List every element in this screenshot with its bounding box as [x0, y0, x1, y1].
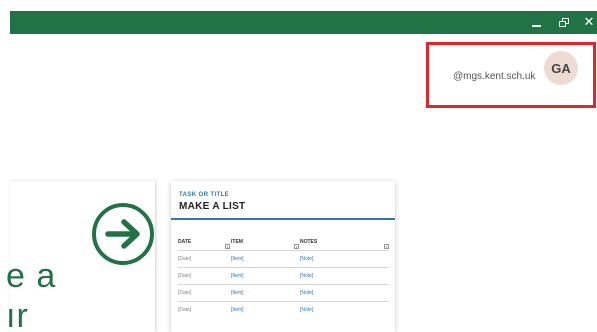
cell-date: [Date] [178, 290, 192, 296]
filter-dropdown-icon: ▾ [384, 244, 389, 249]
table-row: [Date] [Item] [Note] [178, 301, 389, 318]
arrow-right-circle-icon[interactable] [91, 202, 155, 266]
close-button[interactable]: ✕ [578, 11, 597, 34]
table-row: [Date] [Item] [Note] [178, 284, 389, 301]
avatar-initials: GA [551, 60, 571, 76]
filter-dropdown-icon: ▾ [225, 244, 230, 249]
minimize-button[interactable] [525, 11, 547, 34]
filter-dropdown-icon: ▾ [294, 244, 299, 249]
make-a-list-template-card[interactable]: TASK OR TITLE MAKE A LIST DATE ITEM NOTE… [171, 181, 395, 332]
column-header-item: ITEM [231, 239, 243, 245]
template-title-rule [171, 218, 395, 220]
close-icon: ✕ [583, 15, 595, 30]
cell-note: [Note] [300, 290, 314, 296]
cell-item: [Item] [231, 307, 244, 313]
cell-date: [Date] [178, 307, 192, 313]
account-email[interactable]: @mgs.kent.sch.uk [453, 71, 535, 82]
restore-button[interactable] [553, 11, 575, 34]
cell-date: [Date] [178, 273, 192, 279]
title-bar: ✕ [10, 11, 597, 34]
column-header-notes: NOTES [300, 239, 318, 245]
restore-icon [559, 18, 569, 27]
template-title: MAKE A LIST [179, 201, 246, 212]
cell-item: [Item] [231, 273, 244, 279]
template-column-headers: DATE ITEM NOTES ▾ ▾ ▾ [178, 239, 389, 249]
cell-item: [Item] [231, 256, 244, 262]
start-text-line-2: ır [6, 297, 29, 332]
cell-item: [Item] [231, 290, 244, 296]
minimize-icon [531, 25, 541, 27]
column-header-date: DATE [178, 239, 192, 245]
start-text-line-1: e a [6, 257, 57, 295]
table-row: [Date] [Item] [Note] [178, 250, 389, 267]
cell-note: [Note] [300, 307, 314, 313]
template-kicker: TASK OR TITLE [179, 192, 230, 198]
cell-note: [Note] [300, 273, 314, 279]
table-row: [Date] [Item] [Note] [178, 267, 389, 284]
cell-date: [Date] [178, 256, 192, 262]
cell-note: [Note] [300, 256, 314, 262]
avatar[interactable]: GA [544, 51, 578, 85]
